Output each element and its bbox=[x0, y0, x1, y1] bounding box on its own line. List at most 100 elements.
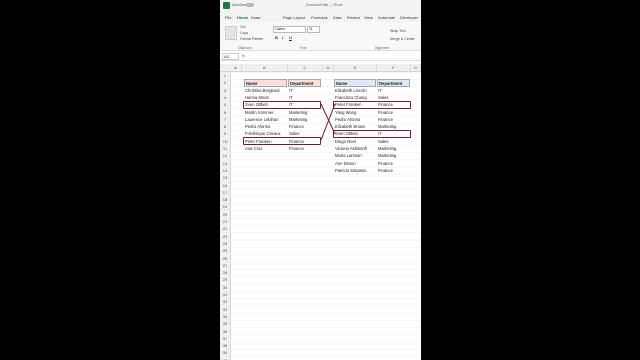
format-painter-button[interactable]: Format Painter bbox=[240, 37, 263, 41]
right-cell-name[interactable]: Pedro Afonso bbox=[334, 116, 376, 123]
wrap-text-button[interactable]: Wrap Text bbox=[390, 29, 406, 33]
menu-tab-draw[interactable]: Draw bbox=[251, 15, 260, 20]
copy-button[interactable]: Copy bbox=[240, 31, 248, 35]
fx-icon[interactable]: fx bbox=[242, 53, 245, 58]
row-header-18[interactable]: 18 bbox=[220, 196, 230, 203]
row-header-24[interactable]: 24 bbox=[220, 240, 230, 247]
right-cell-name[interactable]: Diego Roel bbox=[334, 138, 376, 145]
row-header-1[interactable]: 1 bbox=[220, 72, 230, 79]
row-header-8[interactable]: 8 bbox=[220, 123, 230, 130]
row-header-36[interactable]: 36 bbox=[220, 328, 230, 335]
menu-tab-view[interactable]: View bbox=[364, 15, 373, 20]
row-header-27[interactable]: 27 bbox=[220, 262, 230, 269]
menu-tab-formulas[interactable]: Formulas bbox=[311, 15, 328, 20]
row-header-14[interactable]: 14 bbox=[220, 167, 230, 174]
row-header-32[interactable]: 32 bbox=[220, 298, 230, 305]
menu-tab-home[interactable]: Home bbox=[237, 15, 249, 23]
font-name-select[interactable]: Calibri bbox=[273, 26, 306, 33]
right-cell-department[interactable]: Finance bbox=[377, 160, 410, 167]
row-header-3[interactable]: 3 bbox=[220, 87, 230, 94]
paste-button[interactable] bbox=[225, 26, 237, 40]
left-cell-name[interactable]: Christina Berglund bbox=[244, 87, 287, 94]
right-cell-department[interactable]: IT bbox=[377, 87, 410, 94]
column-header-a[interactable]: A bbox=[230, 64, 242, 71]
row-header-10[interactable]: 10 bbox=[220, 138, 230, 145]
right-header-name[interactable]: Name bbox=[334, 79, 376, 87]
left-cell-department[interactable]: Finance bbox=[288, 145, 321, 152]
row-header-35[interactable]: 35 bbox=[220, 320, 230, 327]
row-header-22[interactable]: 22 bbox=[220, 225, 230, 232]
menu-tab-developer[interactable]: Developer bbox=[400, 15, 418, 20]
row-header-23[interactable]: 23 bbox=[220, 233, 230, 240]
right-cell-department[interactable]: Sales bbox=[377, 138, 410, 145]
row-header-37[interactable]: 37 bbox=[220, 335, 230, 342]
italic-button[interactable]: I bbox=[282, 35, 283, 40]
underline-button[interactable]: U bbox=[289, 35, 292, 40]
row-header-21[interactable]: 21 bbox=[220, 218, 230, 225]
font-size-select[interactable]: 11 bbox=[307, 26, 320, 33]
left-cell-department[interactable]: Marketing bbox=[288, 116, 321, 123]
row-header-11[interactable]: 11 bbox=[220, 145, 230, 152]
row-header-38[interactable]: 38 bbox=[220, 342, 230, 349]
right-cell-department[interactable]: Finance bbox=[377, 109, 410, 116]
right-header-department[interactable]: Department bbox=[377, 79, 410, 87]
row-header-9[interactable]: 9 bbox=[220, 130, 230, 137]
row-header-13[interactable]: 13 bbox=[220, 160, 230, 167]
left-header-department[interactable]: Department bbox=[288, 79, 321, 87]
right-cell-name[interactable]: Maria Larsson bbox=[334, 152, 376, 159]
right-cell-department[interactable]: Marketing bbox=[377, 145, 410, 152]
row-header-15[interactable]: 15 bbox=[220, 174, 230, 181]
right-cell-department[interactable]: Finance bbox=[377, 116, 410, 123]
left-cell-name[interactable]: Pedro Afonso bbox=[244, 123, 287, 130]
left-header-name[interactable]: Name bbox=[244, 79, 287, 87]
left-cell-name[interactable]: Ana Cruz bbox=[244, 145, 287, 152]
row-header-30[interactable]: 30 bbox=[220, 284, 230, 291]
row-header-20[interactable]: 20 bbox=[220, 211, 230, 218]
name-box[interactable]: A3 bbox=[222, 53, 239, 60]
row-header-2[interactable]: 2 bbox=[220, 79, 230, 86]
row-header-17[interactable]: 17 bbox=[220, 189, 230, 196]
row-header-7[interactable]: 7 bbox=[220, 116, 230, 123]
row-header-4[interactable]: 4 bbox=[220, 94, 230, 101]
menu-tab-automate[interactable]: Automate bbox=[378, 15, 395, 20]
right-cell-name[interactable]: Ann Devon bbox=[334, 160, 376, 167]
right-cell-name[interactable]: Victoria Ashworth bbox=[334, 145, 376, 152]
merge-center-button[interactable]: Merge & Center bbox=[390, 37, 415, 41]
row-header-31[interactable]: 31 bbox=[220, 291, 230, 298]
column-header-e[interactable]: E bbox=[334, 64, 377, 71]
row-header-6[interactable]: 6 bbox=[220, 109, 230, 116]
right-cell-name[interactable]: Patricio Simpson bbox=[334, 167, 376, 174]
worksheet-grid[interactable]: Name Department Christina Berglund IT Hanna … bbox=[230, 72, 421, 360]
column-header-f[interactable]: F bbox=[377, 64, 411, 71]
row-header-16[interactable]: 16 bbox=[220, 182, 230, 189]
left-cell-department[interactable]: Finance bbox=[288, 123, 321, 130]
row-header-25[interactable]: 25 bbox=[220, 247, 230, 254]
menu-tab-data[interactable]: Data bbox=[333, 15, 341, 20]
column-header-g[interactable]: G bbox=[411, 64, 421, 71]
bold-button[interactable]: B bbox=[275, 35, 278, 40]
cut-button[interactable]: Cut bbox=[240, 25, 245, 29]
left-cell-name[interactable]: Laurence Lebihan bbox=[244, 116, 287, 123]
row-header-5[interactable]: 5 bbox=[220, 101, 230, 108]
row-header-12[interactable]: 12 bbox=[220, 152, 230, 159]
column-header-b[interactable]: B bbox=[242, 64, 288, 71]
row-header-28[interactable]: 28 bbox=[220, 269, 230, 276]
left-cell-department[interactable]: Marketing bbox=[288, 109, 321, 116]
menu-tab-page-layout[interactable]: Page Layout bbox=[283, 15, 305, 20]
row-header-33[interactable]: 33 bbox=[220, 306, 230, 313]
column-header-c[interactable]: C bbox=[288, 64, 323, 71]
right-cell-department[interactable]: Marketing bbox=[377, 152, 410, 159]
menu-tab-file[interactable]: File bbox=[225, 15, 231, 20]
row-header-29[interactable]: 29 bbox=[220, 276, 230, 283]
row-header-34[interactable]: 34 bbox=[220, 313, 230, 320]
right-cell-name[interactable]: Yang Wang bbox=[334, 109, 376, 116]
row-header-39[interactable]: 39 bbox=[220, 349, 230, 356]
right-cell-department[interactable]: Finance bbox=[377, 167, 410, 174]
column-header-d[interactable]: D bbox=[323, 64, 334, 71]
autosave-toggle[interactable] bbox=[246, 3, 254, 7]
row-header-19[interactable]: 19 bbox=[220, 203, 230, 210]
left-cell-department[interactable]: IT bbox=[288, 87, 321, 94]
menu-tab-review[interactable]: Review bbox=[347, 15, 360, 20]
right-cell-name[interactable]: Elizabeth Lincoln bbox=[334, 87, 376, 94]
row-header-26[interactable]: 26 bbox=[220, 255, 230, 262]
